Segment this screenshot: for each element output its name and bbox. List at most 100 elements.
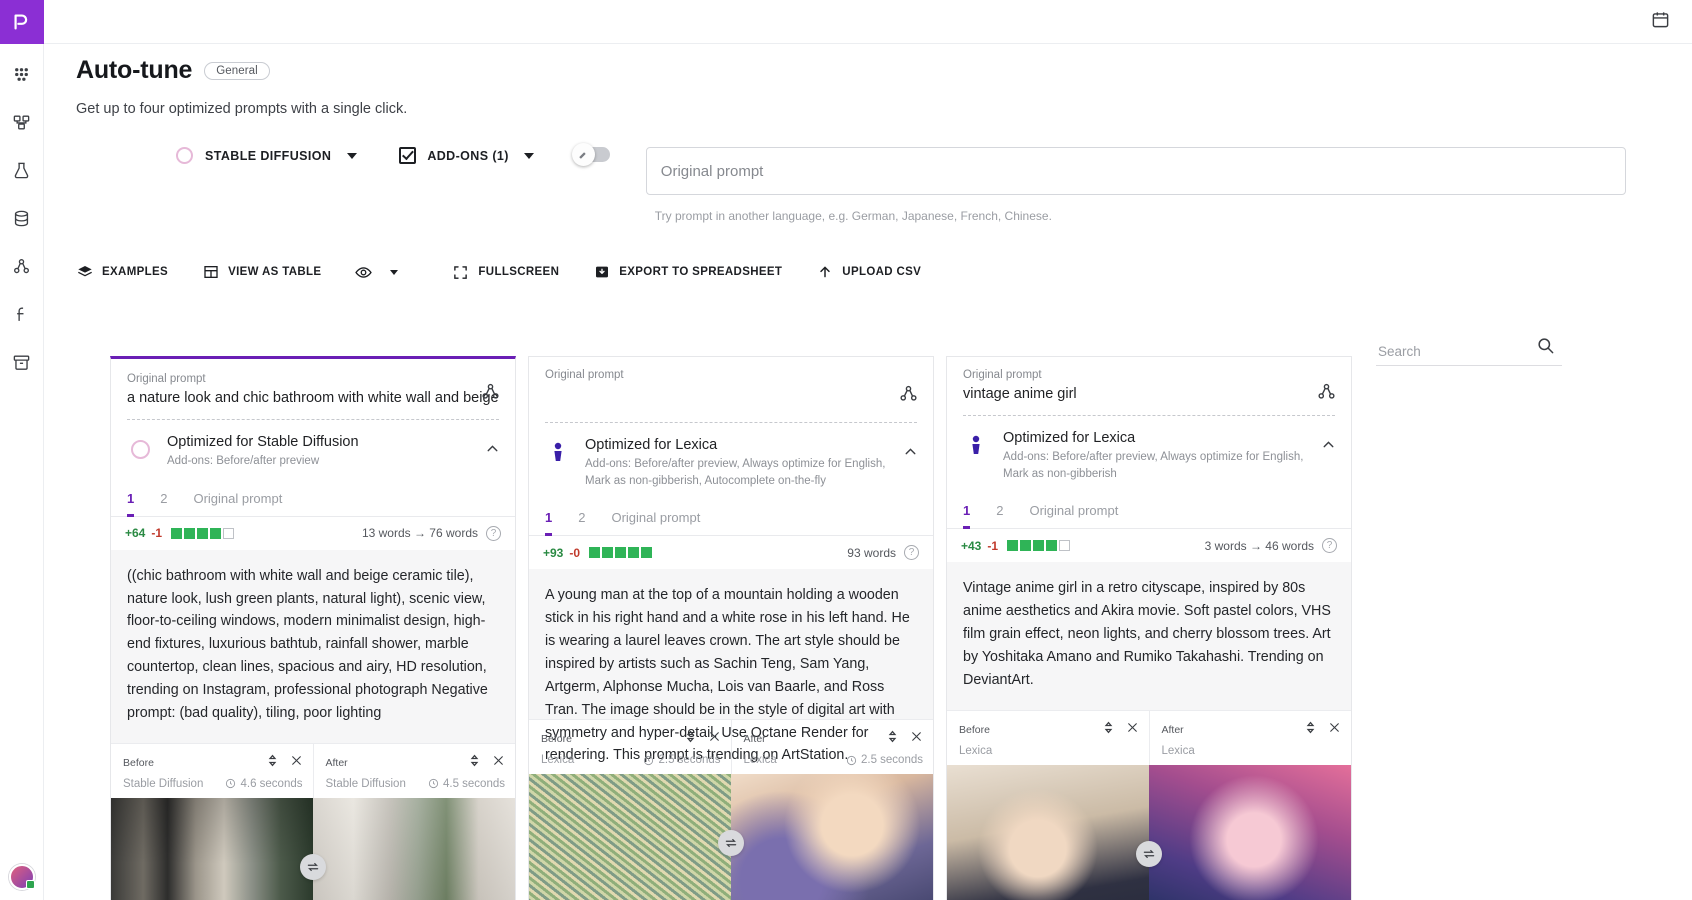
tab-variant-2[interactable]: 2 xyxy=(578,504,585,536)
original-prompt-value[interactable] xyxy=(545,386,917,406)
chevron-up-icon[interactable] xyxy=(1320,436,1337,458)
magic-toggle-knob xyxy=(572,143,595,166)
model-selector[interactable]: STABLE DIFFUSION xyxy=(76,147,357,164)
after-image[interactable] xyxy=(1149,765,1351,900)
optimized-header: Optimized for Stable Diffusion Add-ons: … xyxy=(111,420,515,470)
resize-icon[interactable] xyxy=(469,754,480,772)
result-card[interactable]: Original prompt Optimized for Lexica xyxy=(528,356,934,900)
after-engine: Lexica xyxy=(744,754,777,766)
export-to-spreadsheet-button[interactable]: EXPORT TO SPREADSHEET xyxy=(593,264,782,281)
before-image[interactable] xyxy=(947,765,1149,900)
search-input[interactable] xyxy=(1376,343,1526,360)
calendar-icon[interactable] xyxy=(1651,10,1670,34)
search-box[interactable] xyxy=(1376,336,1562,366)
help-icon[interactable]: ? xyxy=(486,526,501,541)
view-as-table-label: VIEW AS TABLE xyxy=(228,266,321,278)
prompt-hint: Try prompt in another language, e.g. Ger… xyxy=(646,195,1674,223)
export-label: EXPORT TO SPREADSHEET xyxy=(619,266,782,278)
tab-variant-1[interactable]: 1 xyxy=(545,504,552,536)
optimized-title: Optimized for Lexica xyxy=(585,437,891,453)
variant-tabs: 1 2 Original prompt xyxy=(529,503,933,536)
original-prompt-value[interactable]: vintage anime girl xyxy=(963,386,1335,406)
close-icon[interactable] xyxy=(1328,721,1341,739)
upload-csv-label: UPLOAD CSV xyxy=(842,266,921,278)
addons-selector-label: ADD-ONS (1) xyxy=(427,149,508,163)
resize-icon[interactable] xyxy=(887,730,898,748)
upload-csv-button[interactable]: UPLOAD CSV xyxy=(816,264,921,281)
help-icon[interactable]: ? xyxy=(1322,538,1337,553)
addons-selector[interactable]: ADD-ONS (1) xyxy=(399,147,533,164)
tab-variant-1[interactable]: 1 xyxy=(127,485,134,517)
tab-variant-2[interactable]: 2 xyxy=(160,485,167,517)
chevron-up-icon[interactable] xyxy=(902,443,919,465)
close-icon[interactable] xyxy=(910,730,923,748)
results-cards: Original prompt a nature look and chic b… xyxy=(110,356,1352,900)
resize-icon[interactable] xyxy=(685,730,696,748)
model-status-ring-icon xyxy=(127,436,153,462)
before-image[interactable] xyxy=(111,798,313,900)
avatar[interactable] xyxy=(9,864,35,890)
score-bars xyxy=(171,528,234,539)
resize-icon[interactable] xyxy=(1305,721,1316,739)
swap-icon[interactable] xyxy=(300,854,326,880)
fullscreen-button[interactable]: FULLSCREEN xyxy=(452,264,559,281)
original-prompt-value[interactable]: a nature look and chic bathroom with whi… xyxy=(127,390,499,410)
share-nodes-icon[interactable] xyxy=(8,252,36,280)
upload-icon xyxy=(816,264,833,281)
share-nodes-icon[interactable] xyxy=(480,381,501,407)
tab-original-prompt[interactable]: Original prompt xyxy=(1029,497,1118,529)
share-nodes-icon[interactable] xyxy=(1316,381,1337,407)
swap-icon[interactable] xyxy=(718,830,744,856)
after-column: After Lexica xyxy=(1149,711,1352,765)
result-card[interactable]: Original prompt a nature look and chic b… xyxy=(110,356,516,900)
search-icon[interactable] xyxy=(1536,336,1555,360)
close-icon[interactable] xyxy=(290,754,303,772)
tab-original-prompt[interactable]: Original prompt xyxy=(611,504,700,536)
layers-icon xyxy=(76,264,93,281)
view-as-table-button[interactable]: VIEW AS TABLE xyxy=(202,264,321,281)
after-column: After Lexica 2.5 seconds xyxy=(731,720,934,774)
archive-icon[interactable] xyxy=(8,348,36,376)
close-icon[interactable] xyxy=(1126,721,1139,739)
before-column: Before Stable Diffusion 4.6 seconds xyxy=(111,744,313,798)
after-image[interactable] xyxy=(313,798,515,900)
share-nodes-icon[interactable] xyxy=(898,383,919,409)
page-subtitle: Get up to four optimized prompts with a … xyxy=(44,85,1692,117)
model-selector-label: STABLE DIFFUSION xyxy=(205,149,331,163)
score-bars xyxy=(589,547,652,558)
close-icon[interactable] xyxy=(708,730,721,748)
database-icon[interactable] xyxy=(8,204,36,232)
tab-original-prompt[interactable]: Original prompt xyxy=(193,485,282,517)
dashboard-grid-icon[interactable] xyxy=(8,60,36,88)
close-icon[interactable] xyxy=(492,754,505,772)
magic-toggle[interactable] xyxy=(576,147,610,162)
function-icon[interactable] xyxy=(8,300,36,328)
app-logo[interactable] xyxy=(0,0,44,44)
page-title: Auto-tune xyxy=(76,56,192,85)
chevron-up-icon[interactable] xyxy=(484,440,501,462)
help-icon[interactable]: ? xyxy=(904,545,919,560)
addons-checkbox[interactable] xyxy=(399,147,416,164)
after-label: After xyxy=(326,757,348,769)
resize-icon[interactable] xyxy=(1103,721,1114,739)
top-bar xyxy=(0,0,1692,44)
flow-icon[interactable] xyxy=(8,108,36,136)
examples-button[interactable]: EXAMPLES xyxy=(76,264,168,281)
tab-variant-1[interactable]: 1 xyxy=(963,497,970,529)
swap-icon[interactable] xyxy=(1136,841,1162,867)
score-plus: +93 xyxy=(543,546,563,560)
status-badge xyxy=(26,880,35,889)
visibility-button[interactable] xyxy=(355,264,398,281)
before-image[interactable] xyxy=(529,774,731,900)
tab-variant-2[interactable]: 2 xyxy=(996,497,1003,529)
clock-icon xyxy=(428,778,439,789)
page-header: Auto-tune General xyxy=(44,44,1692,85)
prompt-input[interactable] xyxy=(646,147,1626,195)
before-after-images xyxy=(111,798,515,900)
result-card[interactable]: Original prompt vintage anime girl Optim… xyxy=(946,356,1352,900)
beaker-icon[interactable] xyxy=(8,156,36,184)
after-label: After xyxy=(1162,724,1184,736)
score-plus: +64 xyxy=(125,526,145,540)
resize-icon[interactable] xyxy=(267,754,278,772)
after-image[interactable] xyxy=(731,774,933,900)
